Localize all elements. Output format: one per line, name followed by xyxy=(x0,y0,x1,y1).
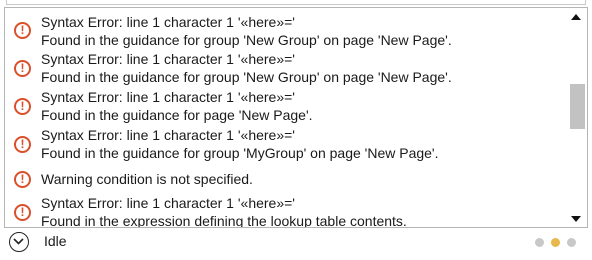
message-title: Warning condition is not specified. xyxy=(41,171,253,187)
warning-icon: ! xyxy=(14,171,31,188)
message-detail: Found in the guidance for group 'MyGroup… xyxy=(41,145,439,161)
message-detail: Found in the guidance for page 'New Page… xyxy=(41,107,313,123)
list-item[interactable]: ! Warning condition is not specified. xyxy=(5,165,565,195)
vertical-scrollbar[interactable] xyxy=(568,8,587,227)
indicator-dot xyxy=(535,238,544,247)
warning-icon: ! xyxy=(14,60,31,77)
list-item[interactable]: ! Syntax Error: line 1 character 1 '«her… xyxy=(5,125,565,163)
message-title: Syntax Error: line 1 character 1 '«here»… xyxy=(41,127,295,143)
message-detail: Found in the guidance for group 'New Gro… xyxy=(41,69,452,85)
warning-icon: ! xyxy=(14,136,31,153)
list-item[interactable]: ! Syntax Error: line 1 character 1 '«her… xyxy=(5,193,565,227)
scroll-down-arrow-icon[interactable] xyxy=(571,216,581,222)
message-title: Syntax Error: line 1 character 1 '«here»… xyxy=(41,195,295,211)
message-detail: Found in the expression defining the loo… xyxy=(41,213,407,227)
warning-icon: ! xyxy=(14,204,31,221)
chevron-down-icon[interactable] xyxy=(9,232,29,252)
indicator-dot xyxy=(567,238,576,247)
message-title: Syntax Error: line 1 character 1 '«here»… xyxy=(41,14,295,30)
status-bar: Idle xyxy=(4,228,588,255)
warning-icon: ! xyxy=(14,22,31,39)
message-detail: Found in the guidance for group 'New Gro… xyxy=(41,32,452,48)
top-border xyxy=(6,0,586,5)
message-panel: ! Syntax Error: line 1 character 1 '«her… xyxy=(0,0,592,260)
indicator-dot-active xyxy=(551,238,560,247)
status-text: Idle xyxy=(44,233,67,249)
scroll-thumb[interactable] xyxy=(570,84,585,129)
list-item[interactable]: ! Syntax Error: line 1 character 1 '«her… xyxy=(5,11,565,49)
scroll-up-arrow-icon[interactable] xyxy=(571,14,581,20)
warning-icon: ! xyxy=(14,98,31,115)
messages-frame: ! Syntax Error: line 1 character 1 '«her… xyxy=(4,7,588,228)
list-item[interactable]: ! Syntax Error: line 1 character 1 '«her… xyxy=(5,87,565,125)
list-item[interactable]: ! Syntax Error: line 1 character 1 '«her… xyxy=(5,49,565,87)
message-list[interactable]: ! Syntax Error: line 1 character 1 '«her… xyxy=(5,8,567,227)
message-title: Syntax Error: line 1 character 1 '«here»… xyxy=(41,89,295,105)
message-title: Syntax Error: line 1 character 1 '«here»… xyxy=(41,51,295,67)
